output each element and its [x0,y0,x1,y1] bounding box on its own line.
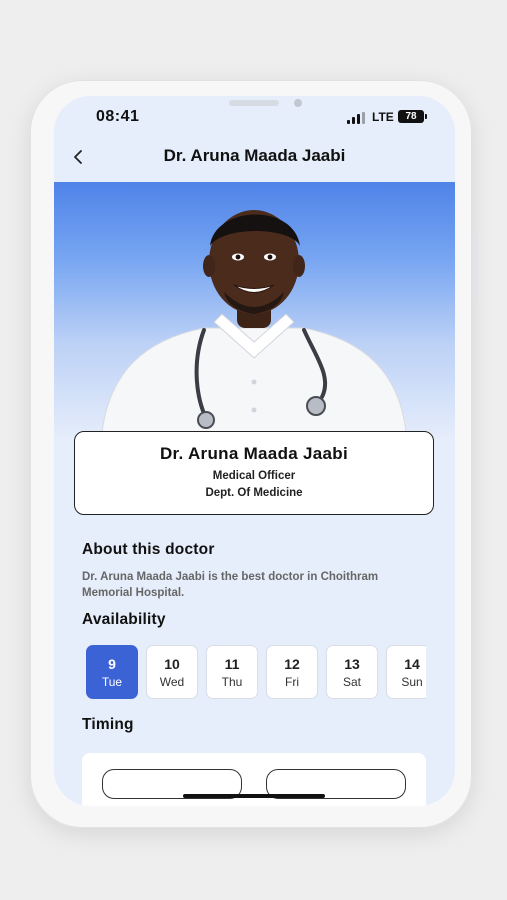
status-time: 08:41 [96,108,140,125]
date-number: 13 [344,656,360,672]
date-number: 9 [108,656,116,672]
availability-date-strip[interactable]: 9 Tue 10 Wed 11 Thu 12 Fri 13 Sat 14 Sun [86,645,426,700]
timing-title: Timing [82,716,134,733]
date-weekday: Tue [101,675,123,689]
battery-tip [425,114,427,119]
doctor-photo [101,210,407,433]
app-screen: 08:41 LTE 78 Dr. Aruna Maada Jaabi Dr. A… [54,96,455,806]
chevron-left-icon [74,150,82,164]
doctor-info-card: Dr. Aruna Maada Jaabi Medical Officer De… [74,431,434,515]
about-title: About this doctor [82,541,215,558]
date-chip[interactable]: 10 Wed [146,645,198,699]
doctor-role: Medical Officer [212,470,296,482]
doctor-department: Dept. Of Medicine [205,487,303,499]
date-chip[interactable]: 13 Sat [326,645,378,699]
availability-title: Availability [82,611,166,628]
date-number: 14 [404,656,420,672]
date-chip-selected[interactable]: 9 Tue [86,645,138,699]
signal-icon [347,112,367,124]
date-weekday: Wed [159,675,185,689]
speaker-notch [229,100,279,106]
phone-side-button [474,232,478,302]
date-weekday: Sat [342,675,361,689]
date-chip[interactable]: 14 Sun [386,645,426,699]
page-title: Dr. Aruna Maada Jaabi [163,146,346,165]
date-number: 11 [224,656,240,672]
date-number: 12 [284,656,300,672]
about-text: Dr. Aruna Maada Jaabi is the best doctor… [82,571,379,599]
date-chip[interactable]: 12 Fri [266,645,318,699]
date-weekday: Fri [285,675,299,689]
date-weekday: Sun [401,675,423,689]
doctor-name: Dr. Aruna Maada Jaabi [159,444,348,463]
date-weekday: Thu [221,675,243,689]
back-button[interactable] [68,142,90,172]
timing-card [82,753,426,806]
date-number: 10 [164,656,180,672]
front-camera [294,99,302,107]
battery-icon: 78 [398,110,424,123]
top-nav: Dr. Aruna Maada Jaabi [54,142,455,172]
status-bar: 08:41 LTE 78 [54,96,455,136]
date-chip[interactable]: 11 Thu [206,645,258,699]
home-indicator[interactable] [183,794,325,798]
network-label: LTE [372,110,394,124]
doctor-photo-banner [54,182,455,442]
